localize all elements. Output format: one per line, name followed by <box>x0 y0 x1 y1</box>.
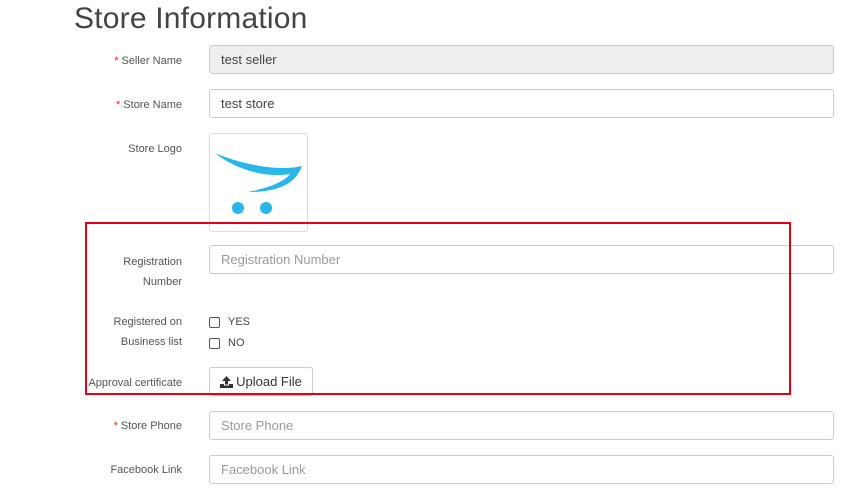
store-phone-field[interactable]: Store Phone <box>209 411 834 440</box>
store-name-label-text: Store Name <box>123 99 182 111</box>
facebook-link-field[interactable]: Facebook Link <box>209 455 834 484</box>
shopping-cart-logo-icon <box>215 153 302 214</box>
option-yes[interactable]: YES <box>209 314 250 330</box>
upload-icon <box>220 375 234 388</box>
upload-file-label: Upload File <box>236 374 302 389</box>
registration-number-label-line2: Number <box>142 276 182 288</box>
facebook-link-placeholder: Facebook Link <box>221 462 306 477</box>
store-phone-placeholder: Store Phone <box>221 418 294 433</box>
option-no[interactable]: NO <box>209 335 245 351</box>
required-mark: * <box>114 55 119 67</box>
store-logo-label: Store Logo <box>128 143 182 155</box>
store-name-value: test store <box>221 96 275 111</box>
facebook-link-label: Facebook Link <box>110 464 182 476</box>
no-checkbox[interactable] <box>209 337 220 349</box>
required-mark: * <box>113 420 118 432</box>
registration-number-field[interactable]: Registration Number <box>209 245 834 274</box>
page-title: Store Information <box>74 2 308 35</box>
seller-name-value: test seller <box>221 52 277 67</box>
seller-name-label-text: Seller Name <box>121 55 182 67</box>
store-phone-label-text: Store Phone <box>120 420 182 432</box>
registered-label-line1: Registered on <box>113 316 183 328</box>
store-name-label: * Store Name <box>116 95 182 115</box>
store-logo-thumbnail[interactable] <box>209 133 308 232</box>
required-mark: * <box>116 99 121 111</box>
no-label: NO <box>228 337 245 349</box>
yes-checkbox[interactable] <box>209 316 220 328</box>
yes-label: YES <box>228 316 251 328</box>
upload-file-button[interactable]: Upload File <box>209 367 313 396</box>
seller-name-field[interactable]: test seller <box>209 45 834 74</box>
registration-number-label: Registration Number <box>123 252 182 292</box>
registration-number-placeholder: Registration Number <box>221 252 341 267</box>
registration-number-label-line1: Registration <box>123 256 182 268</box>
store-phone-label: * Store Phone <box>114 416 182 436</box>
registered-on-business-list-label: Registered on Business list <box>114 312 183 352</box>
registered-label-line2: Business list <box>120 336 182 348</box>
store-name-field[interactable]: test store <box>209 89 834 118</box>
approval-certificate-label: Approval certificate <box>88 377 182 389</box>
seller-name-label: * Seller Name <box>114 51 182 71</box>
